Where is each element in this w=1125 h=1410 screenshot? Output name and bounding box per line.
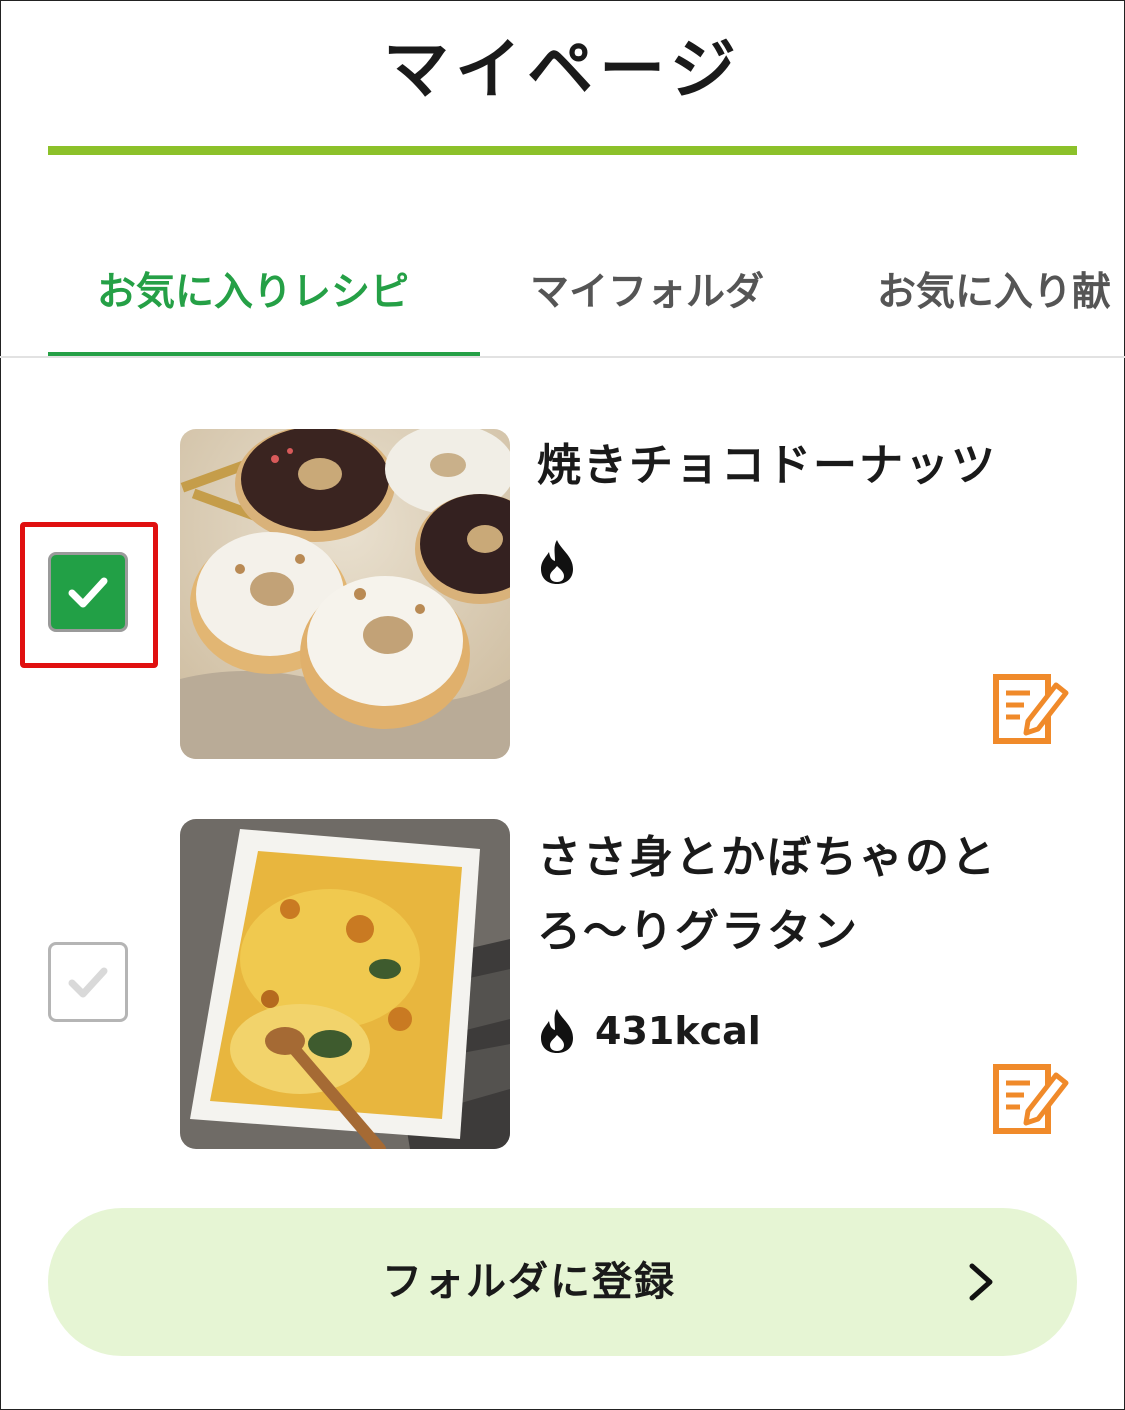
title-underline	[48, 146, 1077, 155]
check-icon	[68, 577, 108, 608]
chocolate-donuts-photo	[180, 429, 510, 759]
recipe-select-checkbox[interactable]	[48, 552, 128, 632]
recipe-thumbnail[interactable]	[180, 429, 510, 759]
calorie-value: 431kcal	[595, 1009, 761, 1053]
recipe-item: ささ身とかぼちゃのとろ〜りグラタン 431kcal	[0, 819, 1125, 1149]
chicken-pumpkin-gratin-photo	[180, 819, 510, 1149]
tab-my-folder[interactable]: マイフォルダ	[530, 232, 764, 354]
register-folder-label: フォルダに登録	[382, 1259, 676, 1305]
recipe-calorie	[537, 532, 595, 592]
flame-icon	[541, 540, 573, 584]
chevron-right-icon	[969, 1263, 993, 1301]
memo-edit-icon[interactable]	[990, 1059, 1070, 1139]
check-icon	[68, 967, 108, 998]
tab-bar: お気に入りレシピ マイフォルダ お気に入り献	[0, 232, 1125, 358]
recipe-calorie: 431kcal	[537, 1001, 761, 1061]
memo-edit-icon[interactable]	[990, 669, 1070, 749]
tab-favorite-recipes[interactable]: お気に入りレシピ	[97, 232, 409, 354]
register-folder-button[interactable]: フォルダに登録	[48, 1208, 1077, 1356]
recipe-title[interactable]: 焼きチョコドーナッツ	[537, 429, 1077, 503]
page-title: マイページ	[383, 31, 742, 108]
tab-favorite-menus[interactable]: お気に入り献	[877, 232, 1111, 354]
flame-icon	[541, 1009, 573, 1053]
active-tab-indicator	[48, 352, 480, 356]
recipe-thumbnail[interactable]	[180, 819, 510, 1149]
recipe-title[interactable]: ささ身とかぼちゃのとろ〜りグラタン	[537, 821, 1077, 969]
recipe-select-checkbox[interactable]	[48, 942, 128, 1022]
recipe-item: 焼きチョコドーナッツ	[0, 429, 1125, 759]
